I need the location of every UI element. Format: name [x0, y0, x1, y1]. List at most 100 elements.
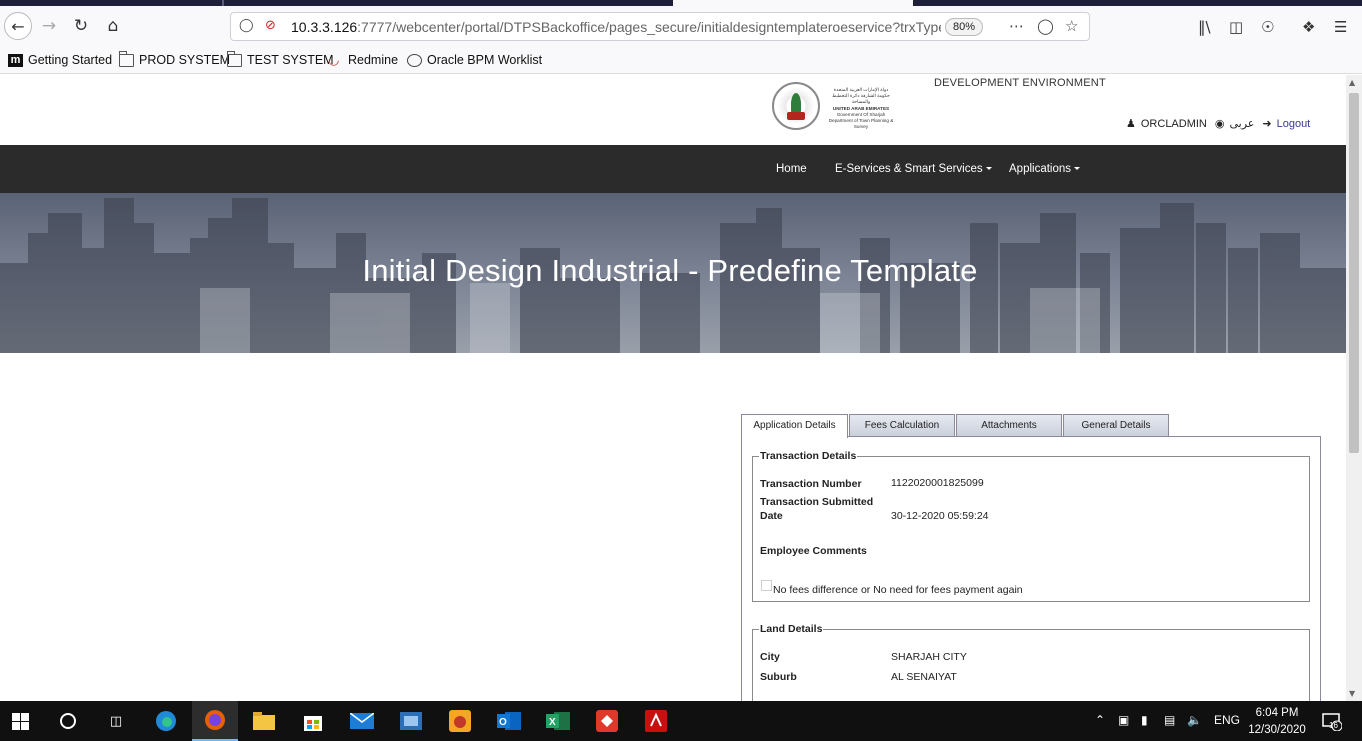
bookmark-prod-system[interactable]: PROD SYSTEM	[119, 50, 230, 67]
nav-eservices-label: E-Services & Smart Services	[835, 163, 983, 175]
redmine-icon: ◡	[328, 52, 340, 68]
library-icon[interactable]: ‖\	[1198, 18, 1211, 36]
outlook-icon[interactable]: O	[497, 709, 521, 733]
logout-link[interactable]: Logout	[1277, 118, 1311, 130]
bookmark-test-system[interactable]: TEST SYSTEM	[227, 50, 334, 67]
input-language[interactable]: ENG	[1214, 713, 1240, 727]
logout-icon[interactable]: ➜	[1262, 117, 1271, 130]
clock-time: 6:04 PM	[1255, 707, 1299, 719]
windows-start-icon[interactable]	[8, 709, 32, 733]
application-details-panel: Transaction Details Transaction Number 1…	[741, 436, 1321, 701]
scroll-up-arrow-icon[interactable]: ▲	[1349, 78, 1355, 87]
address-bar[interactable]: ◯ ⊘ 10.3.3.126:7777/webcenter/portal/DTP…	[230, 12, 1090, 41]
logo-caption-department: Department of Town Planning & Survey	[828, 118, 894, 130]
sharjah-government-logo	[772, 82, 820, 130]
bookmark-label: Getting Started	[28, 53, 113, 67]
user-bar: ♟ ORCLADMIN ◉ عربى ➜ Logout	[1126, 117, 1310, 130]
bookmark-getting-started[interactable]: m Getting Started	[8, 53, 112, 67]
transaction-number-label: Transaction Number	[760, 478, 862, 490]
meet-now-icon[interactable]: ▣	[1118, 713, 1129, 727]
forward-button[interactable]: →	[36, 13, 62, 39]
extensions-icon[interactable]: ❖	[1302, 18, 1315, 36]
suburb-value: AL SENAIYAT	[891, 671, 957, 683]
tab-general-details[interactable]: General Details	[1063, 414, 1169, 437]
search-icon[interactable]	[56, 709, 80, 733]
logo-caption: دولة الإمارات العربية المتحدة حكومة الشا…	[828, 87, 894, 130]
bookmark-oracle-bpm-worklist[interactable]: Oracle BPM Worklist	[407, 53, 542, 67]
caret-down-icon	[985, 167, 992, 171]
page-scrollbar[interactable]: ▲ ▼	[1346, 75, 1362, 701]
network-icon[interactable]: ▤	[1164, 713, 1175, 727]
clock-date: 12/30/2020	[1248, 724, 1306, 736]
tab-application-details[interactable]: Application Details	[741, 414, 848, 438]
nav-home[interactable]: Home	[776, 163, 807, 175]
git-app-icon[interactable]	[595, 709, 619, 733]
volume-icon[interactable]: 🔈	[1187, 713, 1202, 727]
nav-applications[interactable]: Applications	[1009, 163, 1081, 175]
bookmark-label: Redmine	[348, 53, 399, 67]
folder-icon	[227, 50, 242, 67]
app-icon[interactable]	[399, 709, 423, 733]
more-actions-icon[interactable]: ⋯	[1009, 17, 1024, 35]
city-value: SHARJAH CITY	[891, 651, 967, 663]
url-text[interactable]: 10.3.3.126:7777/webcenter/portal/DTPSBac…	[291, 19, 941, 35]
edge-icon[interactable]	[154, 709, 178, 733]
account-icon[interactable]: ☉	[1261, 18, 1274, 36]
no-fees-difference-label[interactable]: No fees difference or No need for fees p…	[773, 584, 1023, 596]
land-details-fieldset: Land Details	[752, 623, 1310, 701]
bookmark-redmine[interactable]: ◡ Redmine	[328, 53, 398, 67]
url-host: 10.3.3.126	[291, 19, 358, 35]
url-path: :7777/webcenter/portal/DTPSBackoffice/pa…	[357, 19, 941, 35]
bookmarks-toolbar: m Getting Started PROD SYSTEM TEST SYSTE…	[0, 46, 1362, 74]
nav-eservices[interactable]: E-Services & Smart Services	[835, 163, 992, 175]
scrollbar-thumb[interactable]	[1349, 93, 1359, 453]
language-switch[interactable]: عربى	[1230, 117, 1255, 130]
suburb-label: Suburb	[760, 671, 797, 683]
home-button[interactable]: ⌂	[100, 13, 126, 39]
transaction-submitted-label: Transaction Submitted Date	[760, 495, 873, 523]
tab-fees-calculation[interactable]: Fees Calculation	[849, 414, 955, 437]
task-view-icon[interactable]: ◫	[104, 709, 128, 733]
insecure-connection-icon[interactable]: ⊘	[265, 18, 276, 33]
web-page: دولة الإمارات العربية المتحدة حكومة الشا…	[0, 75, 1346, 701]
main-navigation: Home E-Services & Smart Services Applica…	[0, 145, 1346, 193]
folder-icon	[119, 50, 134, 67]
transaction-submitted-label-line2: Date	[760, 510, 783, 522]
nav-applications-label: Applications	[1009, 163, 1072, 175]
transaction-submitted-value: 30-12-2020 05:59:24	[891, 510, 989, 522]
scroll-down-arrow-icon[interactable]: ▼	[1349, 689, 1355, 698]
notification-count: 16	[1329, 721, 1338, 730]
no-fees-difference-checkbox[interactable]	[761, 580, 772, 591]
svg-text:X: X	[549, 717, 556, 728]
caret-down-icon	[1074, 167, 1081, 171]
bookmark-star-icon[interactable]: ☆	[1065, 17, 1078, 35]
tab-attachments[interactable]: Attachments	[956, 414, 1062, 437]
bookmark-label: PROD SYSTEM	[139, 53, 230, 67]
reload-button[interactable]: ↻	[68, 13, 94, 39]
mail-icon[interactable]	[350, 709, 374, 733]
battery-icon[interactable]: ▮	[1141, 713, 1148, 727]
transaction-details-fieldset: Transaction Details	[752, 450, 1310, 602]
user-icon: ♟	[1126, 117, 1136, 130]
file-explorer-icon[interactable]	[252, 709, 276, 733]
employee-comments-label: Employee Comments	[760, 545, 867, 557]
show-hidden-icons-icon[interactable]: ⌃	[1095, 713, 1105, 727]
globe-icon	[407, 53, 422, 67]
excel-icon[interactable]: X	[546, 709, 570, 733]
m-logo-icon: m	[8, 53, 23, 67]
transaction-details-legend: Transaction Details	[760, 450, 857, 462]
fox-app-icon[interactable]	[448, 709, 472, 733]
sidebar-icon[interactable]: ◫	[1229, 18, 1243, 36]
pocket-icon[interactable]: ◯	[1037, 17, 1054, 35]
zoom-level-badge[interactable]: 80%	[945, 18, 983, 36]
firefox-icon[interactable]	[192, 701, 238, 741]
back-button[interactable]: ←	[4, 12, 32, 40]
store-icon[interactable]	[301, 709, 325, 733]
globe-icon[interactable]: ◉	[1215, 117, 1225, 130]
tracking-shield-icon[interactable]: ◯	[239, 18, 254, 33]
acrobat-icon[interactable]	[644, 709, 668, 733]
system-clock[interactable]: 6:04 PM 12/30/2020	[1240, 705, 1314, 739]
windows-taskbar: ◫ O X ⌃ ▣ ▮ ▤ 🔈 ENG 6:04 PM 12/30/2020 1	[0, 701, 1362, 741]
menu-icon[interactable]: ☰	[1334, 18, 1347, 36]
logo-caption-uae: UNITED ARAB EMIRATES	[832, 105, 890, 111]
